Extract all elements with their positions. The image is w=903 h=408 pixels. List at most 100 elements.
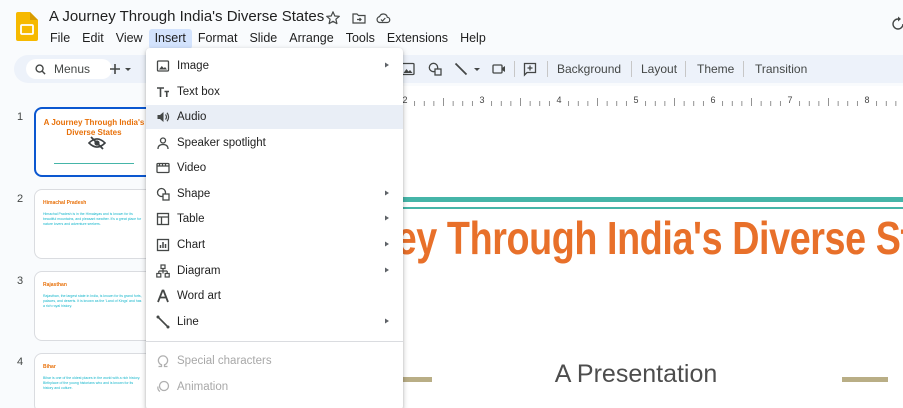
menu-extensions[interactable]: Extensions bbox=[381, 29, 454, 49]
insert-menu-item-label: Text box bbox=[177, 86, 220, 98]
menu-bar: File Edit View Insert Format Slide Arrange Tool… bbox=[44, 29, 492, 49]
thumbnail-title: Himachal Pradesh bbox=[43, 200, 87, 206]
shape-icon bbox=[156, 187, 170, 201]
ruler-label: 8 bbox=[864, 95, 869, 105]
insert-menu-item-label: Speaker spotlight bbox=[177, 137, 266, 149]
insert-menu-item-line[interactable]: Line bbox=[146, 310, 403, 334]
image-icon bbox=[156, 60, 170, 72]
background-button[interactable]: Background bbox=[557, 62, 621, 76]
ruler-label: 4 bbox=[556, 95, 561, 105]
slides-app: A Journey Through India's Diverse States… bbox=[0, 0, 903, 408]
insert-menu-item-word-art[interactable]: Word art bbox=[146, 284, 403, 308]
insert-menu-item-label: Diagram bbox=[177, 265, 221, 277]
toolbar-divider bbox=[743, 61, 744, 77]
ruler-label: 2 bbox=[402, 95, 407, 105]
layout-button[interactable]: Layout bbox=[641, 62, 677, 76]
skipped-slide-eye-off-icon bbox=[88, 136, 106, 150]
thumbnail-title: Bihar bbox=[43, 364, 56, 370]
transition-button[interactable]: Transition bbox=[755, 62, 807, 76]
speaker-spotlight-icon bbox=[157, 137, 169, 150]
menu-help[interactable]: Help bbox=[454, 29, 492, 49]
slide-title[interactable]: A Journey Through India's Diverse States bbox=[402, 212, 903, 264]
thumbnail-title: A Journey Through India's Diverse States bbox=[43, 118, 145, 137]
thumbnail-body: Rajasthan, the largest state in India, i… bbox=[43, 294, 142, 308]
insert-menu-item-animation: Animation bbox=[146, 375, 403, 399]
insert-menu-item-label: Shape bbox=[177, 188, 211, 200]
slide-thumbnail-4[interactable]: Bihar Bihar is one of the oldest places … bbox=[34, 353, 154, 408]
toolbar-divider bbox=[547, 61, 548, 77]
table-icon bbox=[156, 212, 170, 226]
insert-menu-item-text-box[interactable]: Text box bbox=[146, 80, 403, 104]
insert-menu-item-speaker-spotlight[interactable]: Speaker spotlight bbox=[146, 131, 403, 155]
insert-menu-item-label: Chart bbox=[177, 239, 206, 251]
add-comment-icon[interactable] bbox=[522, 61, 538, 77]
line-dropdown-icon[interactable] bbox=[473, 61, 481, 77]
theme-button[interactable]: Theme bbox=[697, 62, 734, 76]
menu-separator bbox=[146, 341, 403, 342]
menu-format[interactable]: Format bbox=[192, 29, 244, 49]
menu-slide[interactable]: Slide bbox=[243, 29, 283, 49]
menus-search-button[interactable]: Menus bbox=[26, 59, 112, 79]
insert-menu-item-image[interactable]: Image bbox=[146, 54, 403, 78]
menu-arrange[interactable]: Arrange bbox=[283, 29, 339, 49]
star-icon[interactable] bbox=[325, 10, 341, 26]
slide-thumbnail-2[interactable]: Himachal Pradesh Himachal Pradesh is in … bbox=[34, 189, 154, 259]
insert-menu-item-label: Image bbox=[177, 60, 209, 72]
ruler-label: 7 bbox=[787, 95, 792, 105]
slides-logo-icon[interactable] bbox=[16, 12, 38, 41]
document-title[interactable]: A Journey Through India's Diverse States bbox=[49, 8, 324, 25]
insert-media-icon[interactable] bbox=[491, 61, 507, 77]
menu-insert[interactable]: Insert bbox=[148, 29, 192, 49]
submenu-arrow-icon bbox=[385, 62, 389, 68]
ruler-label: 5 bbox=[633, 95, 638, 105]
toolbar-divider bbox=[685, 61, 686, 77]
menu-file[interactable]: File bbox=[44, 29, 76, 49]
new-slide-plus-icon[interactable] bbox=[107, 61, 123, 77]
history-icon[interactable] bbox=[891, 16, 903, 32]
insert-menu-item-label: Word art bbox=[177, 290, 221, 302]
cloud-saved-icon[interactable] bbox=[375, 10, 391, 26]
menu-view[interactable]: View bbox=[110, 29, 149, 49]
move-folder-icon[interactable] bbox=[351, 10, 367, 26]
word-art-icon bbox=[157, 289, 169, 303]
diagram-icon bbox=[156, 264, 170, 278]
thumbnail-body: Bihar is one of the oldest places in the… bbox=[43, 376, 141, 390]
animation-icon bbox=[157, 380, 170, 393]
audio-icon bbox=[157, 112, 170, 122]
shape-icon[interactable] bbox=[427, 61, 443, 77]
submenu-arrow-icon bbox=[385, 318, 389, 324]
slide-teal-rule bbox=[402, 197, 903, 202]
menu-edit[interactable]: Edit bbox=[76, 29, 110, 49]
submenu-arrow-icon bbox=[385, 267, 389, 273]
insert-menu-item-special-characters: Special characters bbox=[146, 349, 403, 373]
text-box-icon bbox=[157, 87, 169, 97]
slide-subtitle[interactable]: A Presentation bbox=[536, 360, 736, 389]
slide-number: 4 bbox=[17, 356, 24, 368]
horizontal-ruler[interactable]: 2 3 4 5 6 7 8 bbox=[402, 92, 903, 106]
line-tool-icon[interactable] bbox=[453, 61, 469, 77]
chart-icon bbox=[156, 238, 170, 252]
slide-thumbnail-1[interactable]: A Journey Through India's Diverse States bbox=[34, 107, 154, 177]
submenu-arrow-icon bbox=[385, 215, 389, 221]
subtitle-accent-right bbox=[842, 377, 888, 382]
insert-menu-item-table[interactable]: Table bbox=[146, 207, 403, 231]
insert-menu-item-shape[interactable]: Shape bbox=[146, 182, 403, 206]
menu-tools[interactable]: Tools bbox=[340, 29, 381, 49]
insert-menu-item-chart[interactable]: Chart bbox=[146, 233, 403, 257]
insert-menu-item-diagram[interactable]: Diagram bbox=[146, 259, 403, 283]
subtitle-accent-left bbox=[402, 377, 432, 382]
insert-menu-item-video[interactable]: Video bbox=[146, 156, 403, 180]
thumbnail-rule bbox=[54, 163, 134, 164]
ruler-label: 3 bbox=[479, 95, 484, 105]
toolbar-divider bbox=[631, 61, 632, 77]
slide-teal-rule-thin bbox=[402, 207, 903, 209]
insert-menu-dropdown: Image Text box Audio Speaker spotlight Video… bbox=[146, 48, 403, 408]
thumbnail-body: Himachal Pradesh is in the Himalayas and… bbox=[43, 212, 142, 226]
submenu-arrow-icon bbox=[385, 190, 389, 196]
insert-menu-item-label: Audio bbox=[177, 111, 207, 123]
video-icon bbox=[156, 162, 170, 174]
new-slide-dropdown-icon[interactable] bbox=[124, 61, 132, 77]
slide-thumbnail-3[interactable]: Rajasthan Rajasthan, the largest state i… bbox=[34, 271, 154, 341]
insert-menu-item-audio[interactable]: Audio bbox=[146, 105, 403, 129]
slide-canvas[interactable]: A Journey Through India's Diverse States… bbox=[402, 114, 903, 408]
